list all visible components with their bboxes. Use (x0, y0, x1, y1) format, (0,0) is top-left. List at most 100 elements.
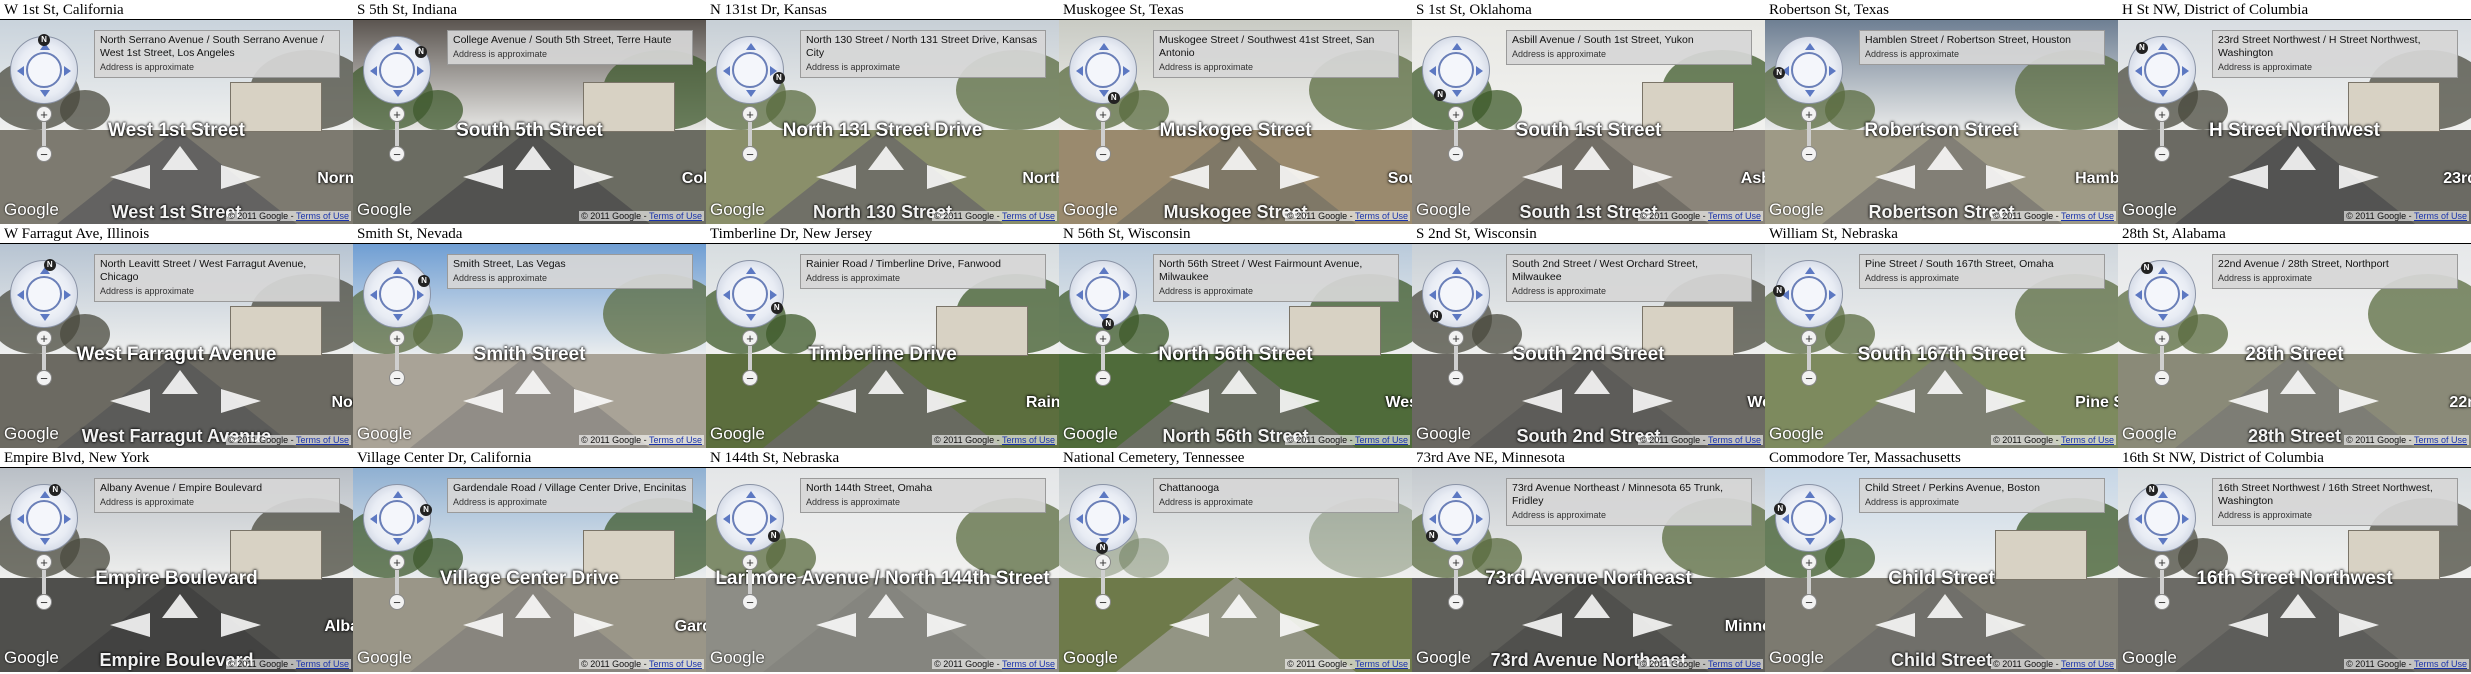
pan-up-arrow-icon[interactable] (1099, 267, 1109, 274)
nav-arrow-right[interactable] (1280, 389, 1320, 413)
pan-up-arrow-icon[interactable] (1805, 491, 1815, 498)
streetview-panel[interactable]: S 5th St, IndianaSouth 5th StreetCollN+−… (353, 0, 707, 224)
terms-of-use-link[interactable]: Terms of Use (2414, 211, 2467, 221)
compass-center[interactable] (2144, 500, 2180, 536)
nav-arrow-left[interactable] (463, 165, 503, 189)
zoom-in-button[interactable]: + (1448, 330, 1464, 346)
nav-arrow-right[interactable] (221, 389, 261, 413)
streetview-image[interactable]: H Street Northwest23rdN+−23rd Street Nor… (2118, 20, 2471, 224)
streetview-image[interactable]: Timberline DriveRainiN+−Rainier Road / T… (706, 244, 1059, 448)
zoom-slider-track[interactable] (748, 122, 752, 146)
pan-down-arrow-icon[interactable] (1452, 314, 1462, 321)
pan-down-arrow-icon[interactable] (1805, 90, 1815, 97)
nav-arrow-right[interactable] (1986, 613, 2026, 637)
pan-up-arrow-icon[interactable] (746, 491, 756, 498)
zoom-in-button[interactable]: + (2154, 330, 2170, 346)
pan-up-arrow-icon[interactable] (2158, 267, 2168, 274)
terms-of-use-link[interactable]: Terms of Use (296, 211, 349, 221)
compass-center[interactable] (26, 500, 62, 536)
compass-center[interactable] (379, 52, 415, 88)
google-logo[interactable]: Google (1769, 648, 1824, 668)
pan-right-arrow-icon[interactable] (770, 290, 777, 300)
zoom-out-button[interactable]: − (389, 370, 405, 386)
pan-left-arrow-icon[interactable] (17, 290, 24, 300)
nav-arrow-up[interactable] (868, 594, 904, 618)
nav-arrow-right[interactable] (221, 165, 261, 189)
pan-right-arrow-icon[interactable] (1476, 66, 1483, 76)
pan-right-arrow-icon[interactable] (2182, 290, 2189, 300)
nav-arrow-right[interactable] (927, 165, 967, 189)
terms-of-use-link[interactable]: Terms of Use (1002, 435, 1055, 445)
streetview-image[interactable]: 28th Street28th Street22nN+−22nd Avenue … (2118, 244, 2471, 448)
zoom-slider-track[interactable] (1101, 122, 1105, 146)
compass-center[interactable] (2144, 276, 2180, 312)
zoom-in-button[interactable]: + (1801, 330, 1817, 346)
pan-left-arrow-icon[interactable] (2135, 66, 2142, 76)
pan-down-arrow-icon[interactable] (393, 538, 403, 545)
google-logo[interactable]: Google (710, 200, 765, 220)
pan-compass-control[interactable]: N (1069, 36, 1137, 104)
streetview-panel[interactable]: Village Center Dr, California Village Cen… (353, 448, 707, 672)
terms-of-use-link[interactable]: Terms of Use (649, 659, 702, 669)
compass-center[interactable] (1791, 500, 1827, 536)
zoom-out-button[interactable]: − (1448, 146, 1464, 162)
pan-down-arrow-icon[interactable] (1452, 538, 1462, 545)
zoom-slider-track[interactable] (2160, 122, 2164, 146)
nav-arrow-left[interactable] (2228, 165, 2268, 189)
streetview-image[interactable]: South 1st StreetSouth 1st StreetAsbN+−As… (1412, 20, 1765, 224)
compass-center[interactable] (1085, 500, 1121, 536)
google-logo[interactable]: Google (4, 200, 59, 220)
terms-of-use-link[interactable]: Terms of Use (296, 659, 349, 669)
zoom-slider-track[interactable] (42, 570, 46, 594)
pan-up-arrow-icon[interactable] (1452, 491, 1462, 498)
streetview-panel[interactable]: 16th St NW, District of Columbia 16th Str… (2118, 448, 2471, 672)
pan-compass-control[interactable]: N (363, 484, 432, 552)
pan-down-arrow-icon[interactable] (40, 314, 50, 321)
zoom-in-button[interactable]: + (36, 330, 52, 346)
zoom-in-button[interactable]: + (2154, 554, 2170, 570)
pan-right-arrow-icon[interactable] (1123, 290, 1130, 300)
zoom-out-button[interactable]: − (36, 146, 52, 162)
streetview-image[interactable]: Empire BoulevardEmpire BoulevardAlbaN+−A… (0, 468, 353, 672)
nav-arrow-up[interactable] (2280, 370, 2316, 394)
pan-right-arrow-icon[interactable] (1123, 66, 1130, 76)
nav-arrow-up[interactable] (162, 594, 198, 618)
nav-arrow-up[interactable] (1574, 370, 1610, 394)
zoom-slider-track[interactable] (1807, 122, 1811, 146)
terms-of-use-link[interactable]: Terms of Use (2061, 211, 2114, 221)
compass-center[interactable] (1791, 52, 1827, 88)
pan-up-arrow-icon[interactable] (1452, 43, 1462, 50)
zoom-in-button[interactable]: + (742, 554, 758, 570)
zoom-slider-track[interactable] (1101, 346, 1105, 370)
nav-arrow-right[interactable] (574, 613, 614, 637)
nav-arrow-left[interactable] (816, 165, 856, 189)
pan-right-arrow-icon[interactable] (64, 290, 71, 300)
nav-arrow-right[interactable] (2339, 613, 2379, 637)
pan-down-arrow-icon[interactable] (393, 314, 403, 321)
zoom-out-button[interactable]: − (2154, 370, 2170, 386)
compass-center[interactable] (379, 500, 415, 536)
google-logo[interactable]: Google (357, 424, 412, 444)
pan-compass-control[interactable]: N (10, 484, 78, 552)
compass-center[interactable] (1085, 276, 1121, 312)
pan-right-arrow-icon[interactable] (1829, 290, 1836, 300)
streetview-image[interactable]: Smith Street N + − Smith Street, Las Vegas Ad… (353, 244, 706, 448)
google-logo[interactable]: Google (1769, 200, 1824, 220)
streetview-image[interactable]: West 1st StreetWest 1st StreetNormN+−Nor… (0, 20, 353, 224)
pan-up-arrow-icon[interactable] (1805, 43, 1815, 50)
pan-left-arrow-icon[interactable] (2135, 514, 2142, 524)
nav-arrow-up[interactable] (1574, 146, 1610, 170)
pan-compass-control[interactable]: N (1069, 484, 1137, 554)
terms-of-use-link[interactable]: Terms of Use (1708, 435, 1761, 445)
zoom-in-button[interactable]: + (389, 106, 405, 122)
zoom-out-button[interactable]: − (742, 370, 758, 386)
streetview-panel[interactable]: H St NW, District of Columbia H Street No… (2118, 0, 2471, 224)
pan-compass-control[interactable]: N (10, 258, 78, 328)
zoom-out-button[interactable]: − (2154, 146, 2170, 162)
google-logo[interactable]: Google (1063, 648, 1118, 668)
zoom-slider-track[interactable] (1807, 570, 1811, 594)
nav-arrow-left[interactable] (1522, 165, 1562, 189)
compass-center[interactable] (379, 276, 415, 312)
pan-compass-control[interactable]: N (1774, 484, 1843, 552)
zoom-in-button[interactable]: + (2154, 106, 2170, 122)
